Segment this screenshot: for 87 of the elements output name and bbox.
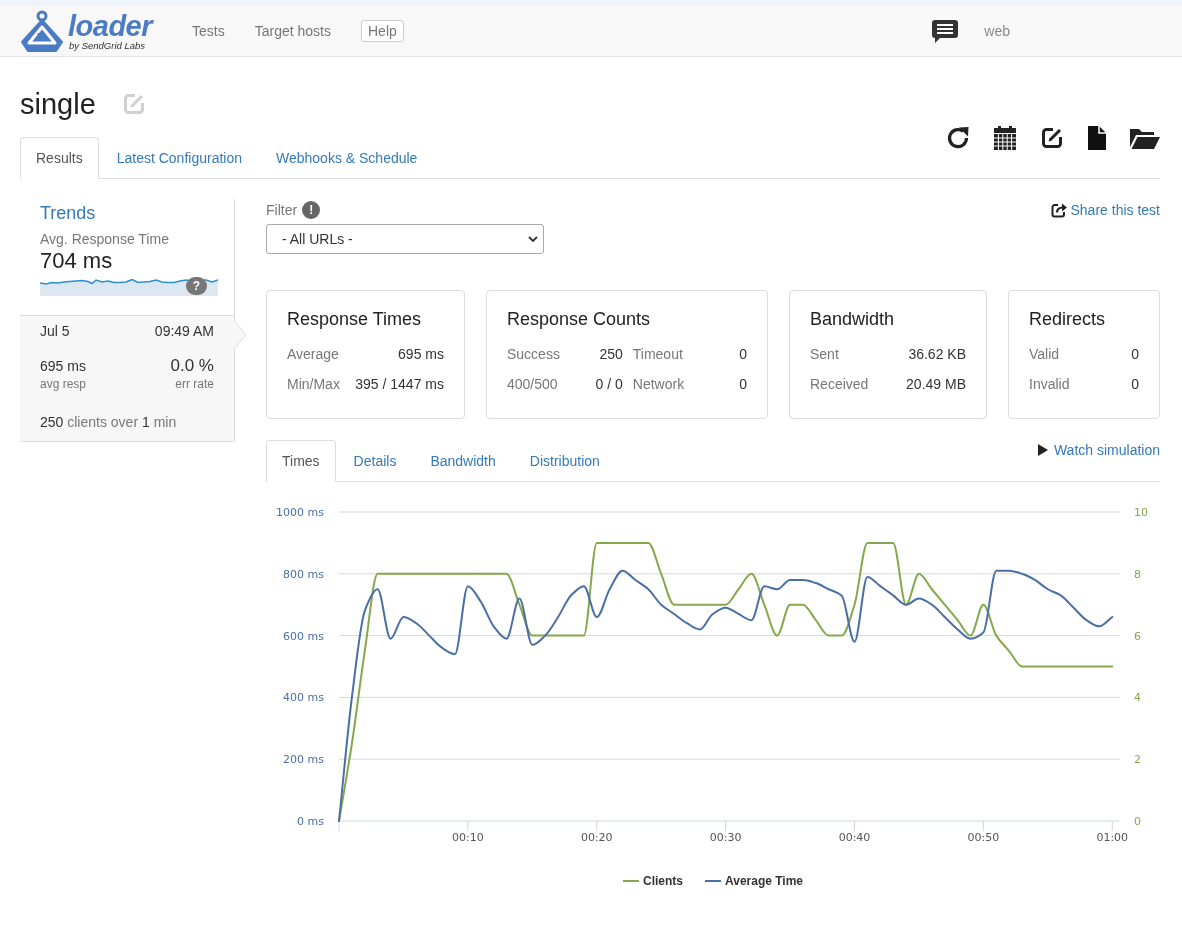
chart-tab[interactable]: Times (266, 440, 336, 482)
info-badge[interactable]: ! (302, 201, 321, 219)
run-date: Jul 5 (40, 322, 70, 341)
y-axis-label: 8 (1134, 567, 1141, 581)
help-button[interactable]: Help (361, 20, 404, 42)
x-axis-label: 00:10 (452, 831, 484, 844)
watch-simulation-link[interactable]: Watch simulation (1037, 440, 1160, 460)
chart-tab[interactable]: Details (337, 440, 413, 482)
nav-link[interactable]: Target hosts (254, 21, 331, 41)
stat-value: 395 / 1447 ms (354, 375, 444, 394)
x-axis-label: 00:50 (967, 831, 1000, 844)
legend-label[interactable]: Clients (642, 873, 683, 889)
edit-icon[interactable] (1040, 125, 1064, 150)
error-rate-value: 0.0 % (170, 356, 214, 376)
nav-link[interactable]: Tests (192, 21, 225, 41)
card-title: Response Counts (507, 308, 652, 330)
run-time: 09:49 AM (154, 322, 214, 341)
chat-icon[interactable] (932, 19, 959, 43)
folder-icon[interactable] (1130, 126, 1160, 149)
stat-value: 695 ms (397, 345, 444, 364)
y-axis-label: 1000 ms (276, 506, 324, 519)
chart-tab[interactable]: Bandwidth (414, 440, 512, 482)
y-axis-label: 0 (1134, 815, 1141, 828)
stat-label: Valid (1029, 345, 1061, 364)
share-icon (1050, 202, 1067, 218)
tab[interactable]: Results (20, 137, 99, 179)
brand-name[interactable]: loader (68, 11, 153, 40)
stat-value: 36.62 KB (907, 345, 966, 364)
y-axis-label: 200 ms (283, 753, 324, 767)
chevron-icon (528, 236, 538, 242)
legend-label[interactable]: Average Time (725, 873, 804, 889)
y-axis-label: 6 (1134, 629, 1141, 643)
y-axis-label: 800 ms (283, 567, 324, 581)
legend-line-icon (705, 880, 721, 882)
y-axis-label: 400 ms (283, 691, 324, 705)
stat-value: 0 / 0 (594, 375, 623, 394)
y-axis-label: 4 (1134, 691, 1141, 705)
stat-value: 0 (1130, 345, 1139, 364)
run-summary: 250 clients over 1 min (40, 413, 178, 432)
y-axis-label: 0 ms (297, 815, 324, 828)
pointer-arrow-icon (234, 321, 247, 349)
logo-icon[interactable] (20, 10, 64, 52)
x-axis-label: 00:30 (709, 831, 742, 844)
tab[interactable]: Webhooks & Schedule (260, 137, 434, 179)
stat-label: Success (507, 345, 560, 364)
metric-label: Avg. Response Time (40, 230, 170, 248)
stat-value: 250 (598, 345, 623, 364)
legend-line-icon (622, 880, 639, 882)
stat-label: 400/500 (507, 375, 559, 394)
x-axis-label: 00:20 (580, 831, 613, 844)
stat-value: 0 (738, 375, 747, 394)
filter-label: Filter (266, 201, 298, 219)
x-axis-label: 01:00 (1096, 831, 1129, 844)
card-title: Bandwidth (810, 308, 896, 330)
stat-label: Sent (810, 345, 840, 364)
stat-value: 0 (1130, 375, 1139, 394)
error-rate-label: err rate (175, 376, 214, 392)
stat-label: Network (632, 375, 685, 394)
chart-tab[interactable]: Distribution (513, 440, 616, 482)
y-axis-label: 10 (1134, 506, 1148, 519)
trends-link[interactable]: Trends (40, 202, 96, 224)
stat-value: 20.49 MB (905, 375, 966, 394)
calendar-icon[interactable] (994, 125, 1016, 150)
test-title: single (20, 87, 96, 121)
run-item[interactable]: Jul 5 09:49 AM 695 ms 0.0 % avg resp err rate 250 clients over 1 min (20, 315, 235, 442)
stat-label: Timeout (632, 345, 684, 364)
share-link[interactable]: Share this test (1050, 201, 1160, 219)
url-filter-select[interactable]: - All URLs - (266, 224, 544, 254)
y-axis-label: 2 (1134, 753, 1141, 767)
avg-response-label: avg resp (40, 376, 87, 392)
stat-label: Average (287, 345, 340, 364)
tab[interactable]: Latest Configuration (100, 137, 258, 179)
avg-response-value: 695 ms (40, 357, 86, 376)
stat-value: 0 (738, 345, 747, 364)
stat-label: Min/Max (287, 375, 340, 394)
stat-label: Invalid (1029, 375, 1070, 394)
brand-tagline: by SendGrid Labs (69, 39, 147, 51)
x-axis-label: 00:40 (838, 831, 871, 844)
card-title: Response Times (287, 308, 423, 330)
stat-label: Received (810, 375, 869, 394)
y-axis-label: 600 ms (283, 629, 324, 643)
play-icon (1037, 444, 1048, 456)
metric-value: 704 ms (40, 248, 114, 274)
card-title: Redirects (1029, 308, 1107, 330)
user-menu[interactable]: web (984, 21, 1010, 41)
file-icon[interactable] (1088, 125, 1106, 150)
refresh-icon[interactable] (946, 125, 970, 150)
